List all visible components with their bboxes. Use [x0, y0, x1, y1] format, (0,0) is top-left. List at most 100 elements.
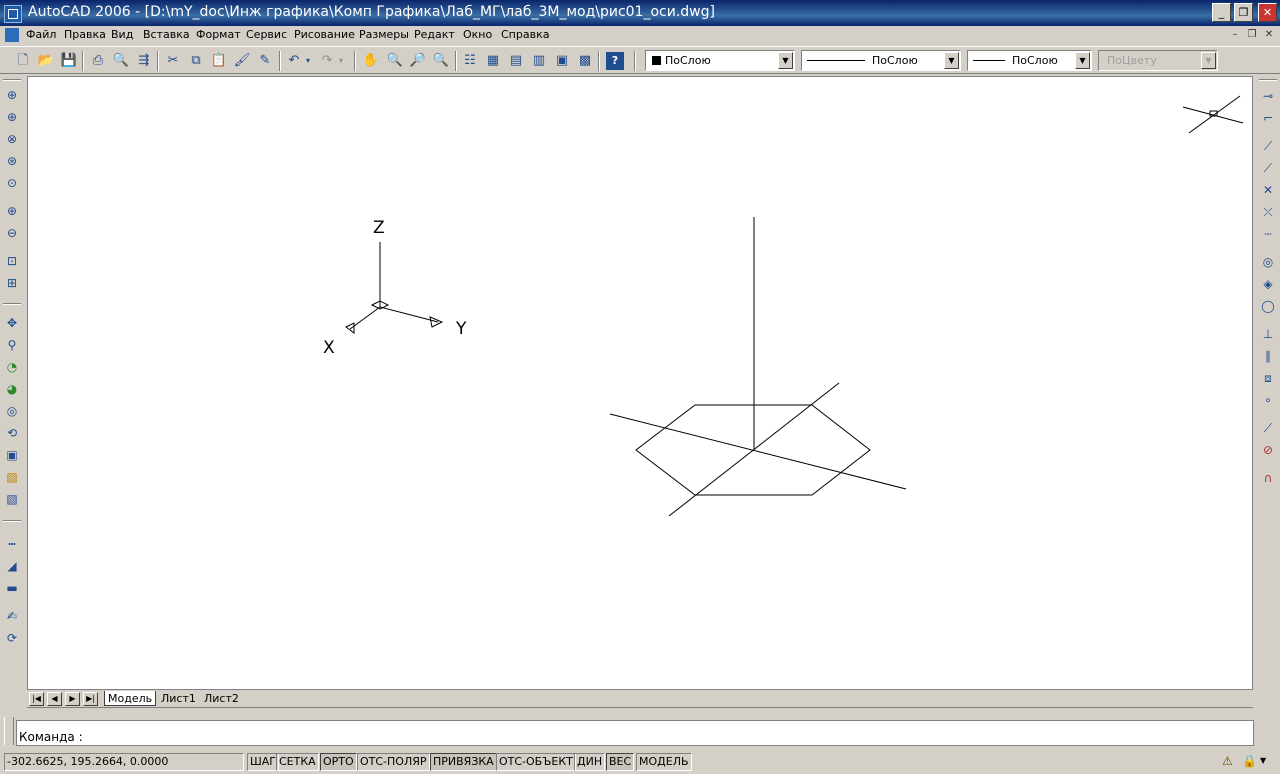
menu-modify[interactable]: Редакт	[414, 28, 455, 41]
zoom-in-icon[interactable]: ⊕	[3, 202, 21, 220]
snap-toggle[interactable]: ШАГ	[247, 753, 279, 771]
tab-layout1[interactable]: Лист1	[158, 691, 199, 706]
osnap-settings-icon[interactable]: ∩	[1259, 469, 1277, 487]
calculator-icon[interactable]: ▩	[576, 52, 594, 70]
block-editor-icon[interactable]: ✎	[256, 52, 274, 70]
markup-icon[interactable]: ▣	[553, 52, 571, 70]
snap-midpoint-icon[interactable]: ⟋	[1259, 159, 1277, 177]
match-properties-icon[interactable]: 🖌	[233, 52, 251, 70]
minimize-button[interactable]: _	[1212, 3, 1231, 22]
menu-format[interactable]: Формат	[196, 28, 241, 41]
3d-front-clip-icon[interactable]: ▨	[3, 468, 21, 486]
coordinates-readout[interactable]: -302.6625, 195.2664, 0.0000	[4, 753, 244, 771]
lineweight-combo[interactable]: ПоСлою ▼	[967, 50, 1092, 71]
command-line[interactable]: Команда :	[16, 720, 1254, 746]
communication-center-icon[interactable]: ⚠	[1222, 753, 1236, 769]
redo-icon[interactable]: ↷	[318, 52, 336, 70]
osnap-toggle[interactable]: ПРИВЯЗКА	[430, 753, 497, 771]
chevron-down-icon[interactable]: ▼	[1075, 52, 1090, 69]
menu-tools[interactable]: Сервис	[246, 28, 287, 41]
tab-layout2[interactable]: Лист2	[201, 691, 242, 706]
snap-insert-icon[interactable]: ⧈	[1259, 369, 1277, 387]
snap-nearest-icon[interactable]: ⟋	[1259, 419, 1277, 437]
dim-continue-icon[interactable]: ▬	[3, 579, 21, 597]
zoom-window-icon[interactable]: 🔎	[409, 52, 427, 70]
snap-perpendicular-icon[interactable]: ⊥	[1259, 325, 1277, 343]
zoom-window-icon[interactable]: ⊕	[3, 86, 21, 104]
snap-center-icon[interactable]: ◎	[1259, 253, 1277, 271]
zoom-realtime-icon[interactable]: 🔍	[386, 52, 404, 70]
snap-tangent-icon[interactable]: ◯	[1259, 297, 1277, 315]
close-button[interactable]: ✕	[1258, 3, 1277, 22]
print-icon[interactable]: ⎙	[89, 52, 107, 70]
menu-insert[interactable]: Вставка	[143, 28, 190, 41]
chevron-down-icon[interactable]: ▼	[944, 52, 959, 69]
app-icon[interactable]	[4, 5, 22, 23]
status-menu-arrow-icon[interactable]: ▼	[1260, 753, 1272, 769]
dim-linear-icon[interactable]: ┅	[3, 535, 21, 553]
undo-icon[interactable]: ↶	[285, 52, 303, 70]
undo-dropdown-icon[interactable]: ▾	[303, 52, 313, 70]
dim-aligned-icon[interactable]: ◢	[3, 557, 21, 575]
menu-dimension[interactable]: Размеры	[359, 28, 409, 41]
lock-icon[interactable]: 🔒	[1242, 753, 1257, 769]
restore-button[interactable]: ❐	[1234, 3, 1253, 22]
chevron-down-icon[interactable]: ▼	[778, 52, 793, 69]
dyn-toggle[interactable]: ДИН	[574, 753, 606, 771]
menu-draw[interactable]: Рисование	[294, 28, 355, 41]
drawing-area[interactable]: Z Y X	[27, 76, 1253, 690]
snap-extension-icon[interactable]: ┄	[1259, 225, 1277, 243]
lineweight-toggle[interactable]: ВЕС	[606, 753, 635, 771]
zoom-scale-icon[interactable]: ⊗	[3, 130, 21, 148]
dim-update-icon[interactable]: ⟳	[3, 629, 21, 647]
snap-from-icon[interactable]: ⌐	[1259, 109, 1277, 127]
color-combo[interactable]: ПоСлою ▼	[645, 50, 795, 71]
3d-back-clip-icon[interactable]: ▧	[3, 490, 21, 508]
doc-close-button[interactable]: ✕	[1262, 28, 1276, 42]
doc-minimize-button[interactable]: –	[1228, 28, 1242, 42]
drawing-canvas[interactable]: Z Y X	[28, 77, 1252, 689]
copy-icon[interactable]: ⧉	[187, 52, 205, 70]
zoom-dynamic-icon[interactable]: ⊕	[3, 108, 21, 126]
menu-edit[interactable]: Правка	[64, 28, 106, 41]
linetype-combo[interactable]: ПоСлою ▼	[801, 50, 961, 71]
3d-continuous-orbit-icon[interactable]: ◕	[3, 380, 21, 398]
snap-endpoint-icon[interactable]: ⟋	[1259, 137, 1277, 155]
zoom-extents-icon[interactable]: ⊞	[3, 274, 21, 292]
zoom-previous-icon[interactable]: 🔍	[432, 52, 450, 70]
open-icon[interactable]: 📂	[37, 52, 55, 70]
pan-realtime-icon[interactable]: ✋	[362, 52, 380, 70]
design-center-icon[interactable]: ▦	[484, 52, 502, 70]
cut-icon[interactable]: ✂	[164, 52, 182, 70]
menu-file[interactable]: Файл	[26, 28, 56, 41]
zoom-all-icon[interactable]: ⊡	[3, 252, 21, 270]
doc-restore-button[interactable]: ❐	[1245, 28, 1259, 42]
save-icon[interactable]: 💾	[60, 52, 78, 70]
snap-apparent-intersection-icon[interactable]: ⤫	[1259, 203, 1277, 221]
model-toggle[interactable]: МОДЕЛЬ	[636, 753, 692, 771]
ortho-toggle[interactable]: ОРТО	[320, 753, 357, 771]
sheet-set-icon[interactable]: ▥	[530, 52, 548, 70]
3d-swivel-icon[interactable]: ⟲	[3, 424, 21, 442]
3d-clip-icon[interactable]: ▣	[3, 446, 21, 464]
new-icon[interactable]: 🗋	[14, 52, 32, 70]
document-icon[interactable]	[5, 28, 19, 42]
3d-orbit-icon[interactable]: ◔	[3, 358, 21, 376]
otrack-toggle[interactable]: ОТС-ОБЪЕКТ	[496, 753, 576, 771]
polar-toggle[interactable]: ОТС-ПОЛЯР	[357, 753, 430, 771]
paste-icon[interactable]: 📋	[210, 52, 228, 70]
3d-adjust-distance-icon[interactable]: ◎	[3, 402, 21, 420]
properties-icon[interactable]: ☷	[461, 52, 479, 70]
snap-none-icon[interactable]: ⊘	[1259, 441, 1277, 459]
help-icon[interactable]: ?	[606, 52, 624, 70]
grid-toggle[interactable]: СЕТКА	[276, 753, 319, 771]
tool-palettes-icon[interactable]: ▤	[507, 52, 525, 70]
tab-model[interactable]: Модель	[104, 691, 157, 706]
redo-dropdown-icon[interactable]: ▾	[336, 52, 346, 70]
dim-edit-icon[interactable]: ✍	[3, 607, 21, 625]
temp-track-icon[interactable]: ⊸	[1259, 87, 1277, 105]
last-tab-button[interactable]: ▶|	[83, 692, 98, 706]
publish-icon[interactable]: ⇶	[135, 52, 153, 70]
zoom-out-icon[interactable]: ⊖	[3, 224, 21, 242]
3d-zoom-icon[interactable]: ⚲	[3, 336, 21, 354]
